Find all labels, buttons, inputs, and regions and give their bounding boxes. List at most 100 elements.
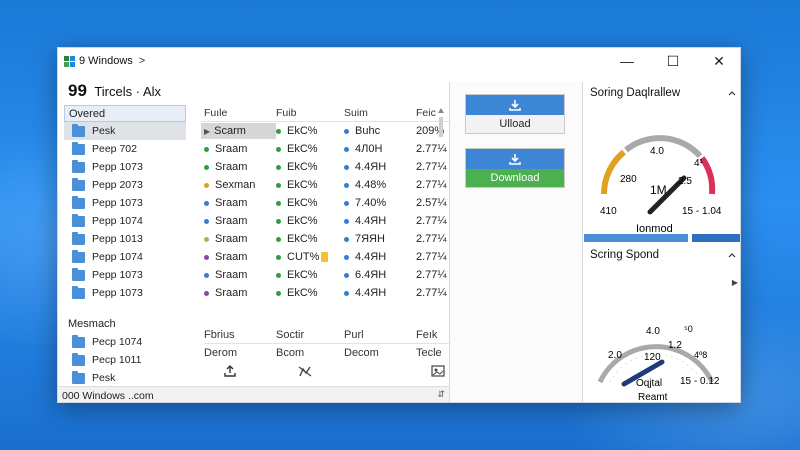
gauge-range: 15 - 0.12: [680, 376, 720, 387]
cell-text: EkC%: [287, 143, 318, 155]
table-row[interactable]: Sraam EkC% 4.4ЯH 2.77¼: [201, 212, 449, 230]
nav-item[interactable]: Pepp 2073: [64, 176, 186, 194]
nav-item-label: Pepp 1013: [92, 233, 143, 245]
action-pane: Ulload Download: [449, 82, 583, 402]
table-cell: Sraam: [201, 213, 276, 229]
cell-text: Sraam: [215, 161, 248, 173]
folder-icon: [72, 285, 85, 299]
column-header[interactable]: Fuib: [276, 107, 344, 119]
download-label: Download: [466, 169, 564, 187]
gauge-2: 2.0 4.0 1.2 ⁵0 120 4º8 15 - 0.12 Oqjtal …: [597, 324, 720, 403]
sub-column-header[interactable]: Fbrius: [204, 327, 276, 344]
nav-header[interactable]: Overed: [64, 105, 186, 122]
window-title: 9 Windows: [79, 55, 133, 67]
gauge-caption: Ionmod: [636, 223, 673, 232]
nav-section-title[interactable]: Mesmach: [64, 315, 186, 333]
gauge-tick-label: 4º8: [694, 350, 707, 360]
cell-text: EkC%: [287, 161, 318, 173]
close-button[interactable]: ✕: [696, 48, 740, 74]
nav-item[interactable]: Pepp 1073: [64, 266, 186, 284]
collapse-chevron-icon[interactable]: [728, 87, 736, 99]
status-dot-icon: [276, 200, 281, 206]
nav-item-label: Pesk: [92, 125, 116, 137]
nav-item[interactable]: Pesk: [64, 369, 186, 387]
table-cell: ▶ Scarm: [201, 123, 276, 139]
status-dot-icon: [204, 272, 209, 278]
vertical-scrollbar[interactable]: [436, 105, 446, 385]
nav-item[interactable]: Pepp 1074: [64, 212, 186, 230]
status-dot-icon: [344, 164, 349, 170]
gauge-panel-header: Soring Daqlrallew: [584, 82, 740, 104]
table-row[interactable]: Sraam CUT% 4.4ЯH 2.77¼: [201, 248, 449, 266]
status-dot-icon: [204, 146, 209, 152]
collapse-chevron-icon[interactable]: [728, 249, 736, 261]
status-text: 000 Windows ..com: [62, 389, 154, 402]
nav-item-label: Pecp 1074: [92, 336, 143, 348]
status-dot-icon: [276, 164, 281, 170]
nav-item[interactable]: Pepp 1073: [64, 158, 186, 176]
scroll-indicator-icon[interactable]: ⇵: [437, 389, 445, 400]
folder-icon: [72, 370, 85, 384]
cell-text: CUT%: [287, 251, 320, 263]
gauge-caption: Reamt: [638, 392, 668, 403]
table-row[interactable]: ▶ Scarm EkC% Buhc 209%: [201, 122, 449, 140]
maximize-button[interactable]: ☐: [650, 48, 696, 74]
table-cell: Sraam: [201, 285, 276, 301]
folder-icon: [72, 249, 85, 263]
table-cell: CUT%: [276, 251, 344, 263]
gauge-title: Scring Spond: [590, 249, 660, 261]
cell-text: 4.4ЯH: [355, 161, 387, 173]
upload-icon[interactable]: [223, 364, 237, 381]
path-bar[interactable]: 99 Tircels · Alx: [68, 81, 161, 101]
column-header[interactable]: Suim: [344, 107, 416, 119]
table-cell: Sraam: [201, 141, 276, 157]
table-row[interactable]: Sraam EkC% 4.4ЯH 2.77¼: [201, 158, 449, 176]
nav-item[interactable]: Pepp 1073: [64, 284, 186, 302]
sub-column-header[interactable]: Purl: [344, 327, 416, 344]
status-dot-icon: [276, 128, 281, 134]
table-row[interactable]: Sraam EkC% 4Л0H 2.77¼: [201, 140, 449, 158]
cell-text: EkC%: [287, 233, 318, 245]
sub-column-header[interactable]: Soctir: [276, 327, 344, 344]
table-cell: Sraam: [201, 267, 276, 283]
nav-item[interactable]: Pesk: [64, 122, 186, 140]
nav-item[interactable]: Pecp 1011: [64, 351, 186, 369]
minimize-button[interactable]: —: [604, 48, 650, 74]
table-cell: 7ЯЯH: [344, 233, 416, 245]
gauge-center-value: 1M: [650, 183, 667, 197]
nav-item[interactable]: Pepp 1074: [64, 248, 186, 266]
sub-cell: Decom: [344, 347, 379, 359]
app-window: 9 Windows > — ☐ ✕ 99 Tircels · Alx Overe…: [57, 47, 741, 403]
table-row[interactable]: Sexman EkC% 4.48% 2.77¼: [201, 176, 449, 194]
table-header: Fuıle Fuib Suim Feic: [201, 105, 449, 122]
download-button[interactable]: Download: [465, 148, 565, 188]
status-dot-icon: [204, 182, 209, 188]
nav-item-label: Pepp 1074: [92, 215, 143, 227]
status-dot-icon: [276, 182, 281, 188]
upload-button[interactable]: Ulload: [465, 94, 565, 134]
table-cell: 4.4ЯH: [344, 215, 416, 227]
expand-arrow-icon[interactable]: ▶: [732, 278, 738, 287]
nav-item[interactable]: Pepp 1073: [64, 194, 186, 212]
table-row[interactable]: Sraam EkC% 7ЯЯH 2.77¼: [201, 230, 449, 248]
cell-text: 4.4ЯH: [355, 251, 387, 263]
breadcrumb-separator[interactable]: >: [139, 55, 145, 67]
table-cell: 4.4ЯH: [344, 161, 416, 173]
nav-item[interactable]: Pecp 1074: [64, 333, 186, 351]
cell-text: Sraam: [215, 251, 248, 263]
file-table: Fuıle Fuib Suim Feic ▶ Scarm EkC% Buhc 209% S…: [201, 105, 449, 302]
table-row[interactable]: Sraam EkC% 6.4ЯH 2.77¼: [201, 266, 449, 284]
table-cell: Sraam: [201, 249, 276, 265]
folder-icon: [72, 159, 85, 173]
table-cell: Buhc: [344, 125, 416, 137]
nav-item-label: Pepp 1074: [92, 251, 143, 263]
status-dot-icon: [344, 200, 349, 206]
column-header[interactable]: Fuıle: [201, 105, 276, 121]
cell-text: Sraam: [215, 233, 248, 245]
table-cell: EkC%: [276, 179, 344, 191]
table-row[interactable]: Sraam EkC% 7.40% 2.57¼: [201, 194, 449, 212]
table-row[interactable]: Sraam EkC% 4.4ЯH 2.77¼: [201, 284, 449, 302]
edit-icon[interactable]: [297, 364, 313, 381]
nav-item[interactable]: Pepp 1013: [64, 230, 186, 248]
nav-item[interactable]: Peep 702: [64, 140, 186, 158]
